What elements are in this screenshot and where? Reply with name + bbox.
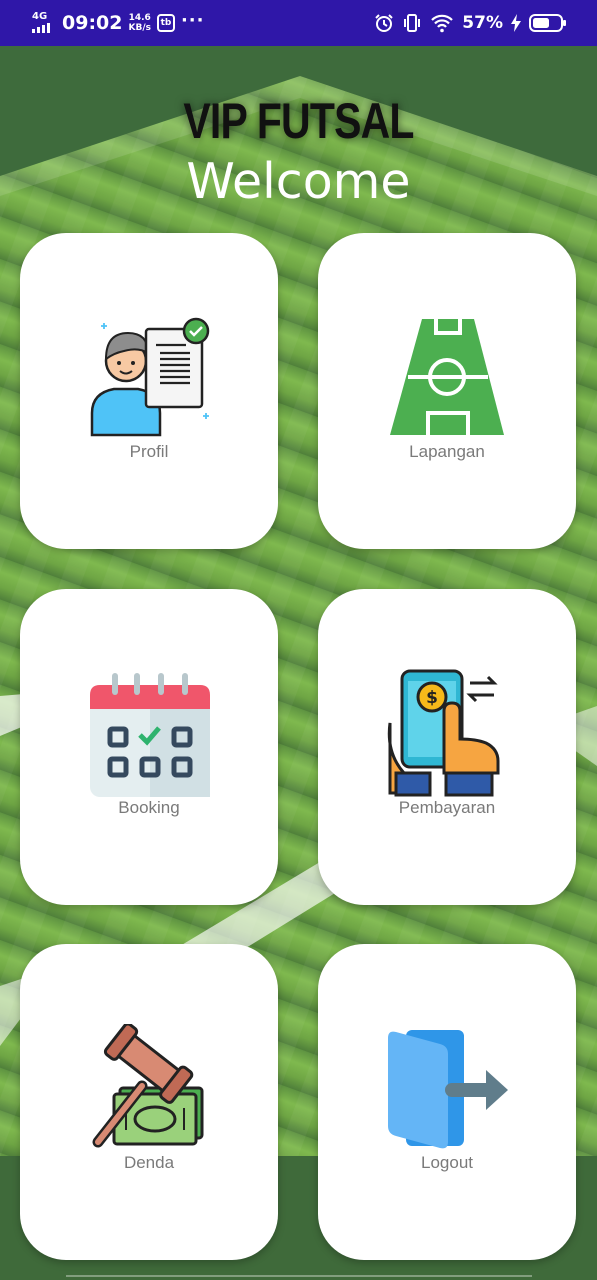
calendar-icon [90, 673, 210, 797]
status-bar: 4G 09:02 14.6 KB/s tb ··· 57% [0, 0, 597, 46]
svg-text:$: $ [426, 688, 438, 708]
menu-card-booking[interactable]: Booking [20, 589, 278, 905]
charging-icon [511, 14, 521, 32]
menu-card-lapangan[interactable]: Lapangan [318, 233, 576, 549]
mobile-payment-icon: $ [387, 669, 500, 797]
speed-value: 14.6 [128, 13, 151, 23]
speed-unit: KB/s [128, 23, 151, 33]
profile-document-icon [90, 317, 210, 437]
welcome-title: Welcome [186, 153, 411, 210]
brand-logo: VIP FUTSAL [183, 93, 414, 149]
battery-icon [529, 14, 566, 32]
menu-label-profil: Profil [129, 442, 169, 461]
menu-label-logout: Logout [421, 1153, 473, 1172]
gesture-navigation-bar[interactable] [66, 1275, 532, 1277]
signal-icon: 4G [32, 10, 56, 36]
logout-door-icon [388, 1030, 508, 1149]
menu-label-pembayaran: Pembayaran [398, 798, 496, 817]
status-bar-right: 57% [374, 8, 567, 38]
wifi-icon [431, 14, 454, 33]
network-type: 4G [32, 11, 48, 22]
app-notification-icon: tb [156, 14, 175, 32]
battery-percent: 57% [462, 13, 503, 33]
menu-card-profil[interactable]: Profil [20, 233, 278, 549]
network-speed: 14.6 KB/s [128, 13, 150, 33]
menu-label-denda: Denda [123, 1153, 175, 1172]
clock: 09:02 [62, 12, 123, 34]
futsal-field-icon [390, 319, 504, 435]
menu-card-denda[interactable]: Denda [20, 944, 278, 1260]
gavel-money-icon [92, 1024, 204, 1148]
alarm-icon [375, 14, 394, 32]
menu-label-lapangan: Lapangan [409, 442, 485, 461]
vibrate-icon [404, 14, 421, 32]
menu-label-booking: Booking [118, 798, 180, 817]
status-bar-left: 4G 09:02 14.6 KB/s tb ··· [32, 8, 204, 38]
menu-card-pembayaran[interactable]: $ Pembayaran [318, 589, 576, 905]
menu-card-logout[interactable]: Logout [318, 944, 576, 1260]
more-notifications-icon: ··· [180, 9, 205, 31]
